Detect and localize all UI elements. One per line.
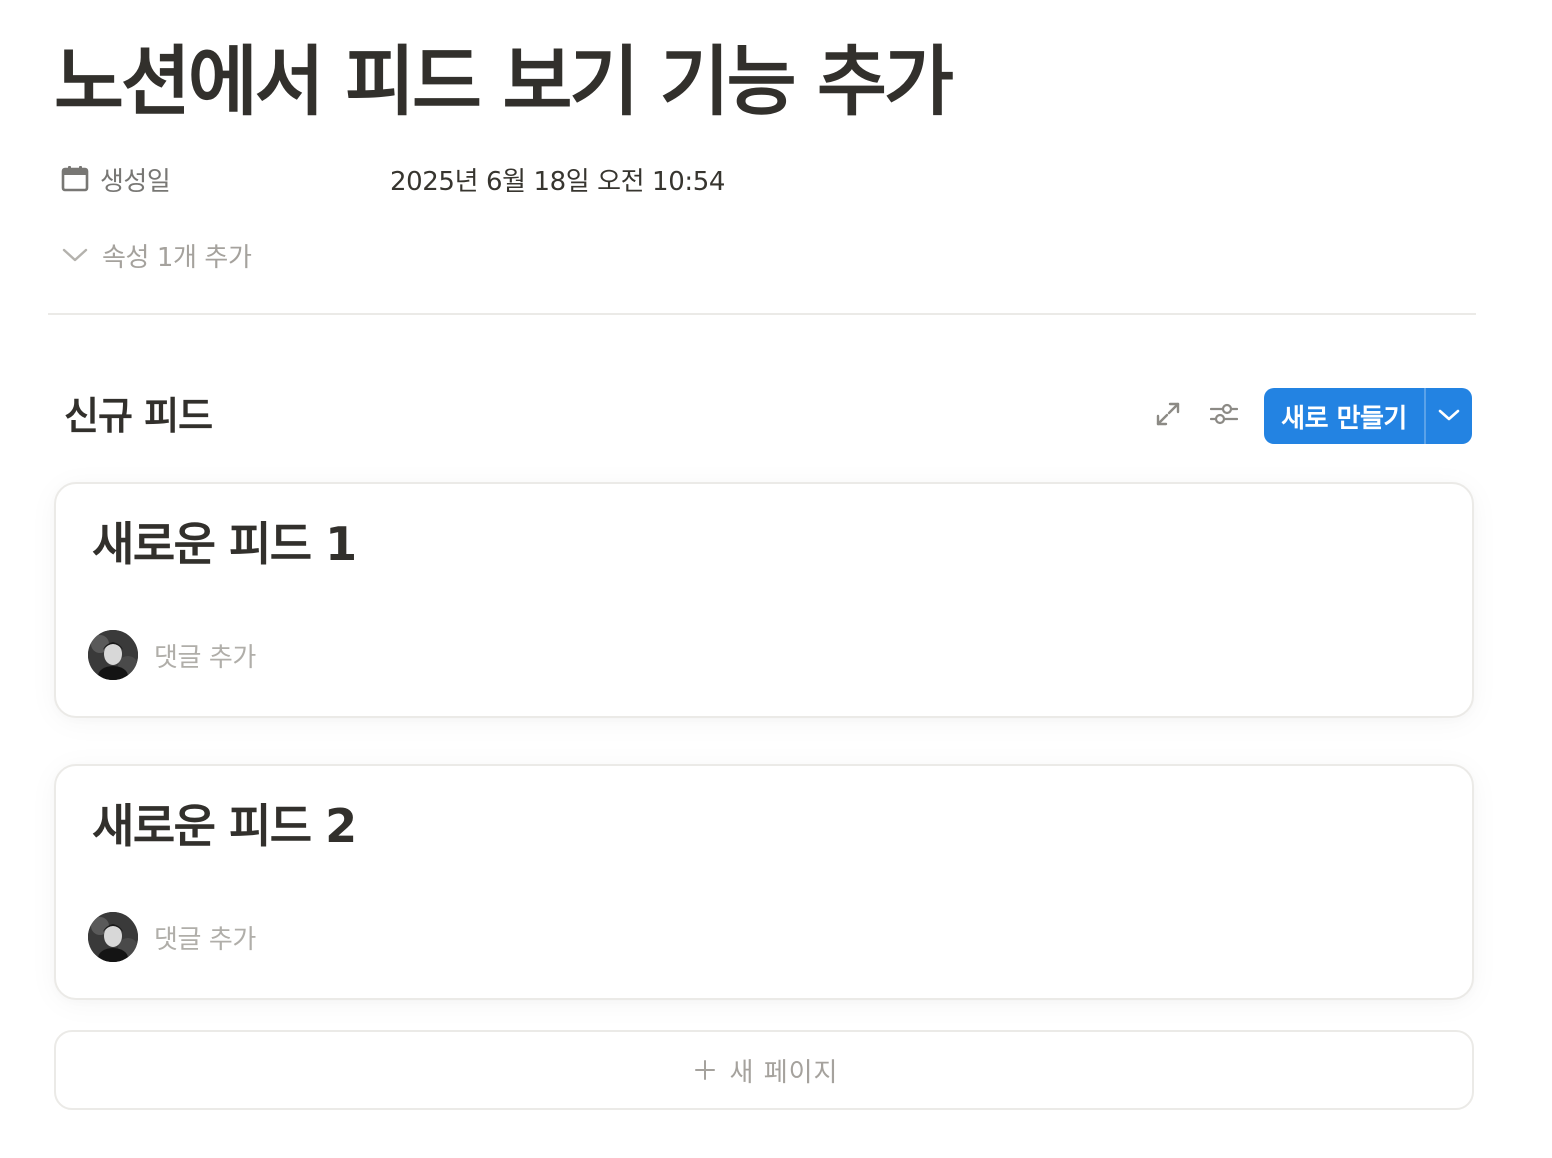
page-title[interactable]: 노션에서 피드 보기 기능 추가	[54, 34, 954, 130]
chevron-down-icon	[54, 232, 96, 278]
new-button-group: 새로 만들기	[1264, 388, 1472, 444]
plus-icon	[690, 1055, 720, 1085]
chevron-down-icon	[1438, 407, 1460, 426]
feed-card-title[interactable]: 새로운 피드 1	[92, 514, 357, 574]
view-settings-button[interactable]	[1204, 394, 1244, 438]
more-properties-toggle[interactable]: 속성 1개 추가	[54, 232, 252, 278]
avatar	[88, 630, 138, 680]
property-value: 2025년 6월 18일 오전 10:54	[390, 166, 725, 197]
feed-card-title[interactable]: 새로운 피드 2	[92, 796, 357, 856]
feed-card[interactable]: 새로운 피드 1 댓글 추가	[54, 482, 1474, 718]
feed-card[interactable]: 새로운 피드 2 댓글 추가	[54, 764, 1474, 1000]
calendar-icon	[58, 156, 92, 202]
view-title[interactable]: 신규 피드	[64, 390, 213, 442]
new-button-dropdown[interactable]	[1426, 388, 1472, 444]
new-page-label: 새 페이지	[729, 1057, 839, 1088]
expand-view-button[interactable]	[1148, 394, 1188, 438]
notion-page: 노션에서 피드 보기 기능 추가 생성일 2025년 6월 18일 오전 10:…	[0, 0, 1552, 1158]
avatar	[88, 912, 138, 962]
comment-row[interactable]: 댓글 추가	[88, 912, 256, 962]
expand-icon	[1155, 401, 1181, 431]
comment-row[interactable]: 댓글 추가	[88, 630, 256, 680]
property-name: 생성일	[100, 166, 171, 197]
more-properties-label: 속성 1개 추가	[102, 242, 252, 273]
new-page-button[interactable]: 새 페이지	[54, 1030, 1474, 1110]
new-button[interactable]: 새로 만들기	[1264, 388, 1424, 444]
sliders-icon	[1209, 402, 1239, 430]
add-comment-input[interactable]: 댓글 추가	[154, 637, 256, 674]
divider	[48, 313, 1476, 315]
property-created-row[interactable]: 생성일 2025년 6월 18일 오전 10:54	[54, 156, 1474, 202]
add-comment-input[interactable]: 댓글 추가	[154, 919, 256, 956]
